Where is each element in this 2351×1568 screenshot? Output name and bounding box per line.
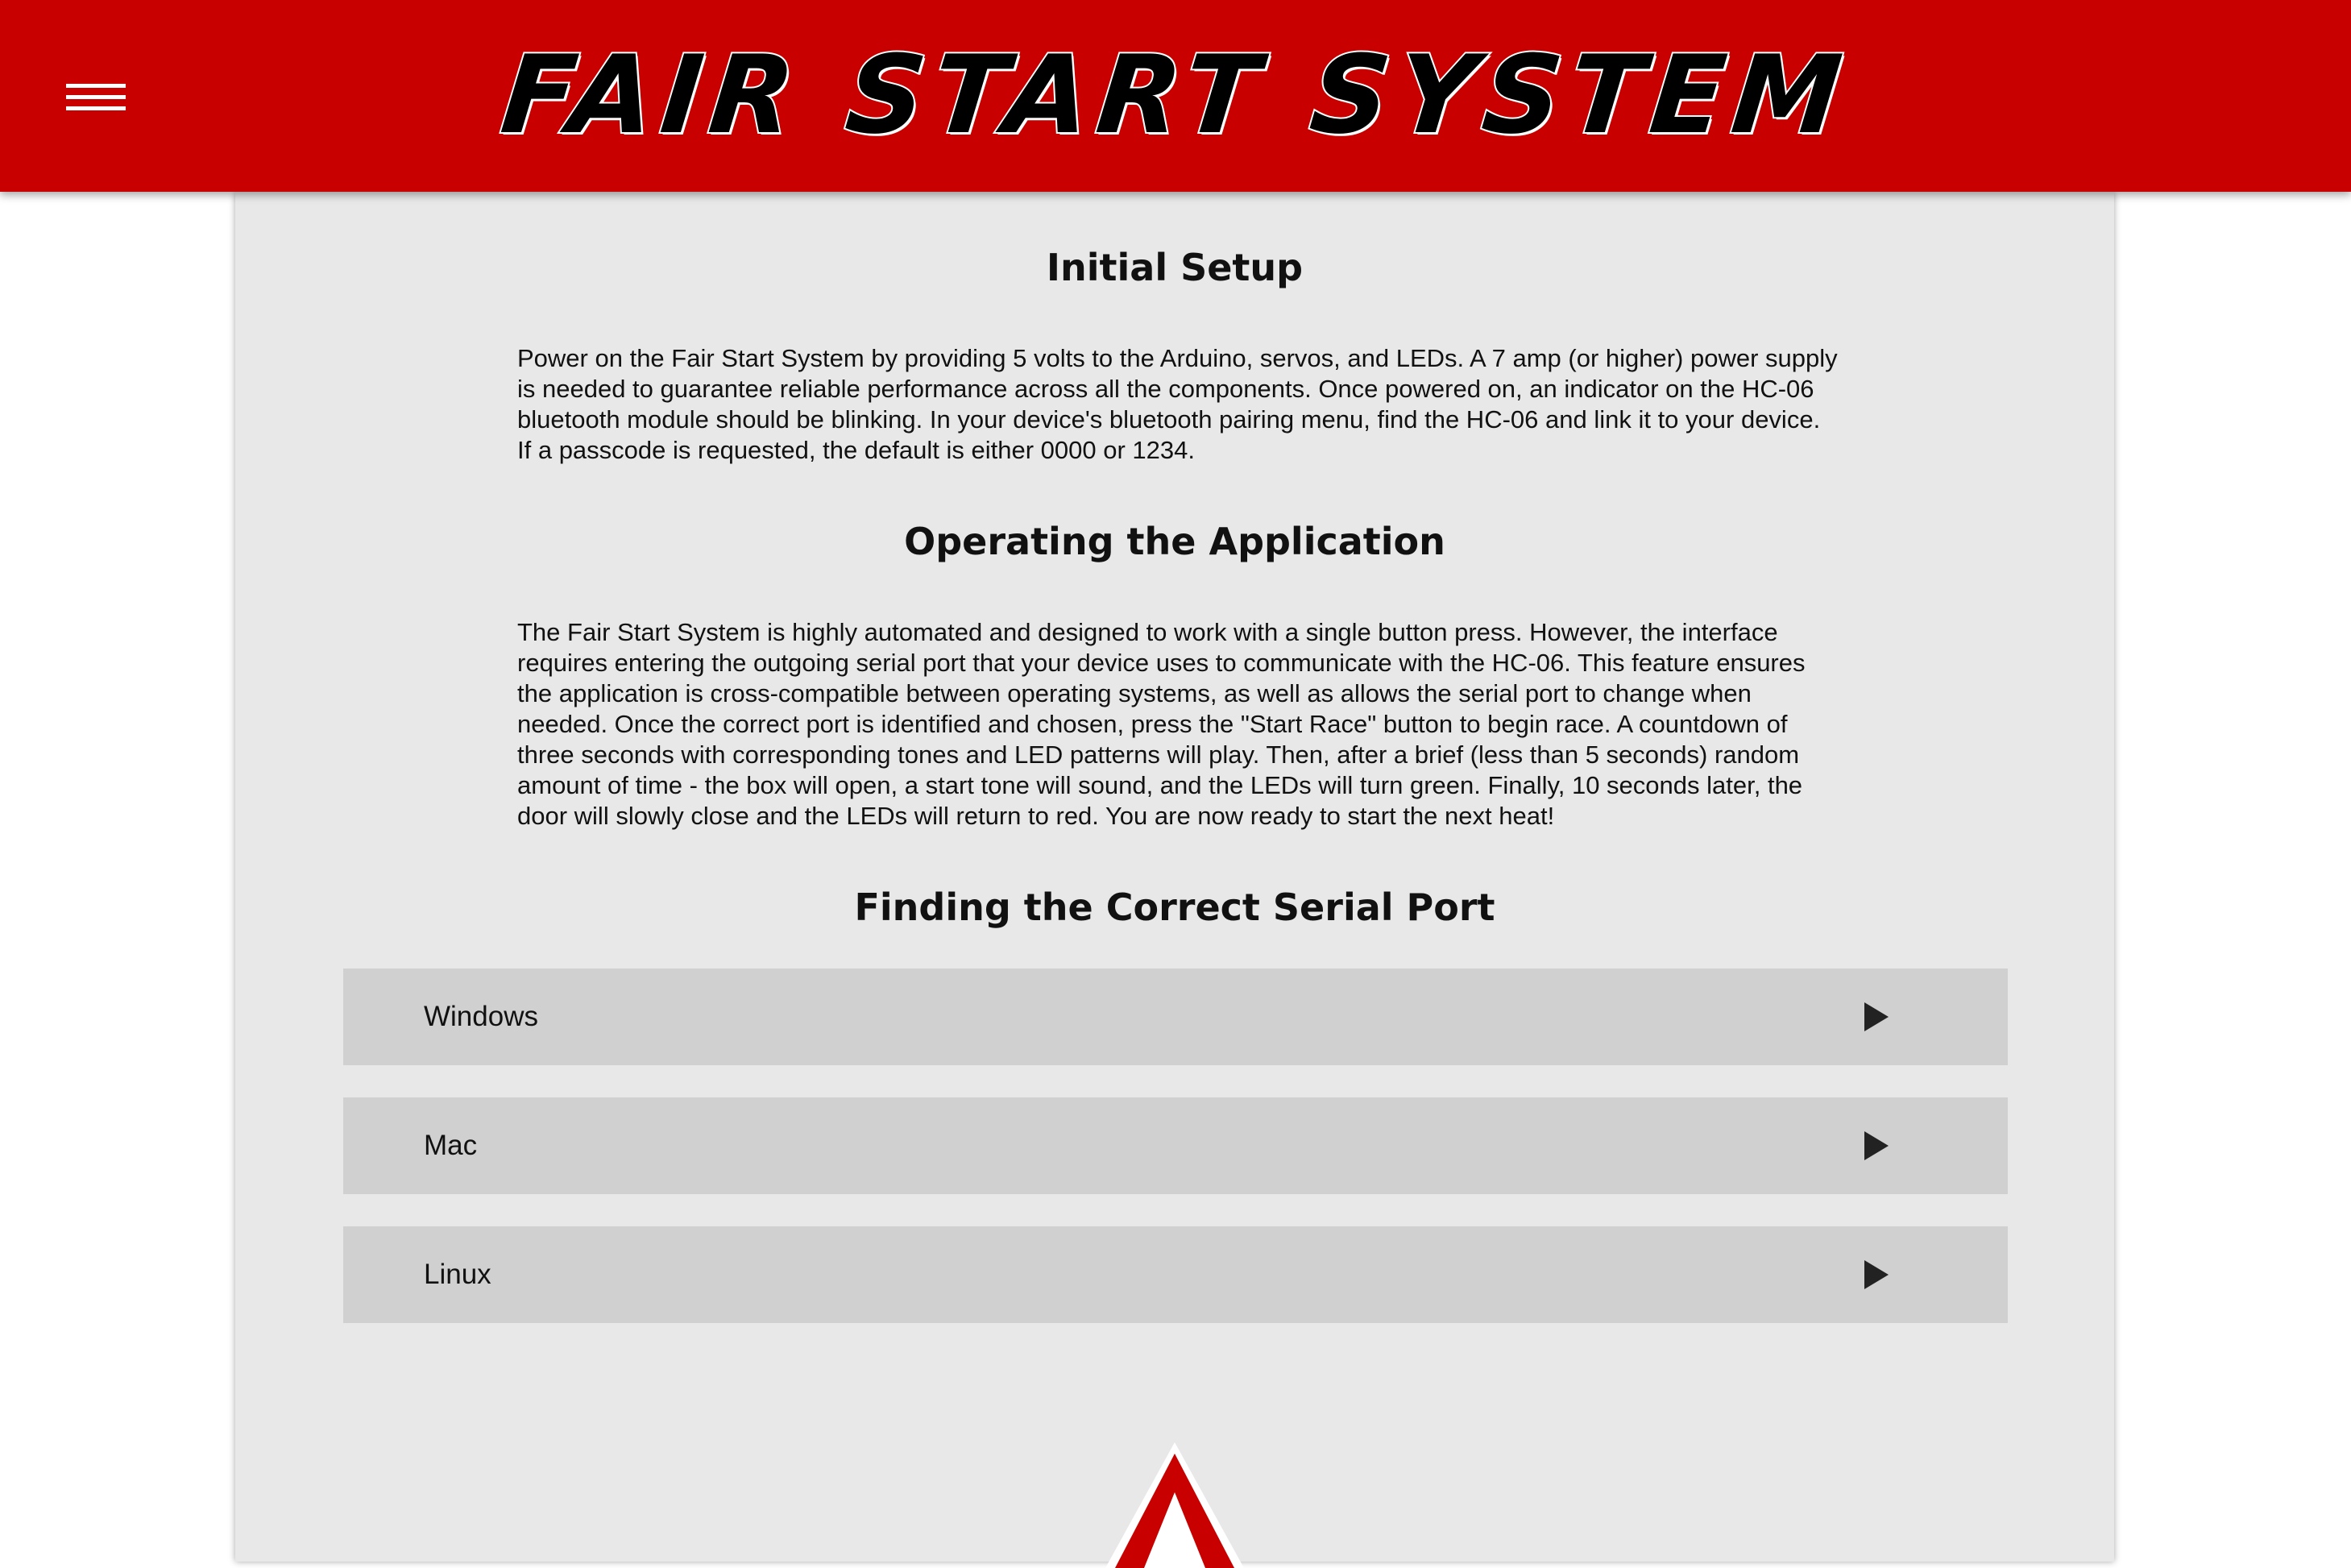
section-text-initial-setup: Power on the Fair Start System by provid… xyxy=(517,344,1838,464)
top-header-bar: FAIR START SYSTEM xyxy=(0,0,2351,192)
main-content-card: Initial Setup Power on the Fair Start Sy… xyxy=(235,192,2114,1568)
accordion-label: Mac xyxy=(424,1130,478,1161)
play-arrow-icon xyxy=(1864,1260,1889,1289)
accordion-label: Linux xyxy=(424,1259,491,1290)
accordion-item-mac[interactable]: Mac xyxy=(343,1097,2008,1194)
section-title-initial-setup: Initial Setup xyxy=(1046,246,1304,289)
play-arrow-icon xyxy=(1864,1131,1889,1160)
accordion-item-linux[interactable]: Linux xyxy=(343,1226,2008,1323)
accordion-label: Windows xyxy=(424,1001,538,1032)
play-arrow-icon xyxy=(1864,1002,1889,1031)
triangle-logo-icon xyxy=(1105,1442,1244,1568)
section-title-serial-port: Finding the Correct Serial Port xyxy=(854,886,1495,929)
accordion-item-windows[interactable]: Windows xyxy=(343,969,2008,1065)
section-text-operating: The Fair Start System is highly automate… xyxy=(517,618,1806,830)
site-logo-title[interactable]: FAIR START SYSTEM xyxy=(0,31,2351,160)
section-title-operating: Operating the Application xyxy=(904,520,1445,563)
